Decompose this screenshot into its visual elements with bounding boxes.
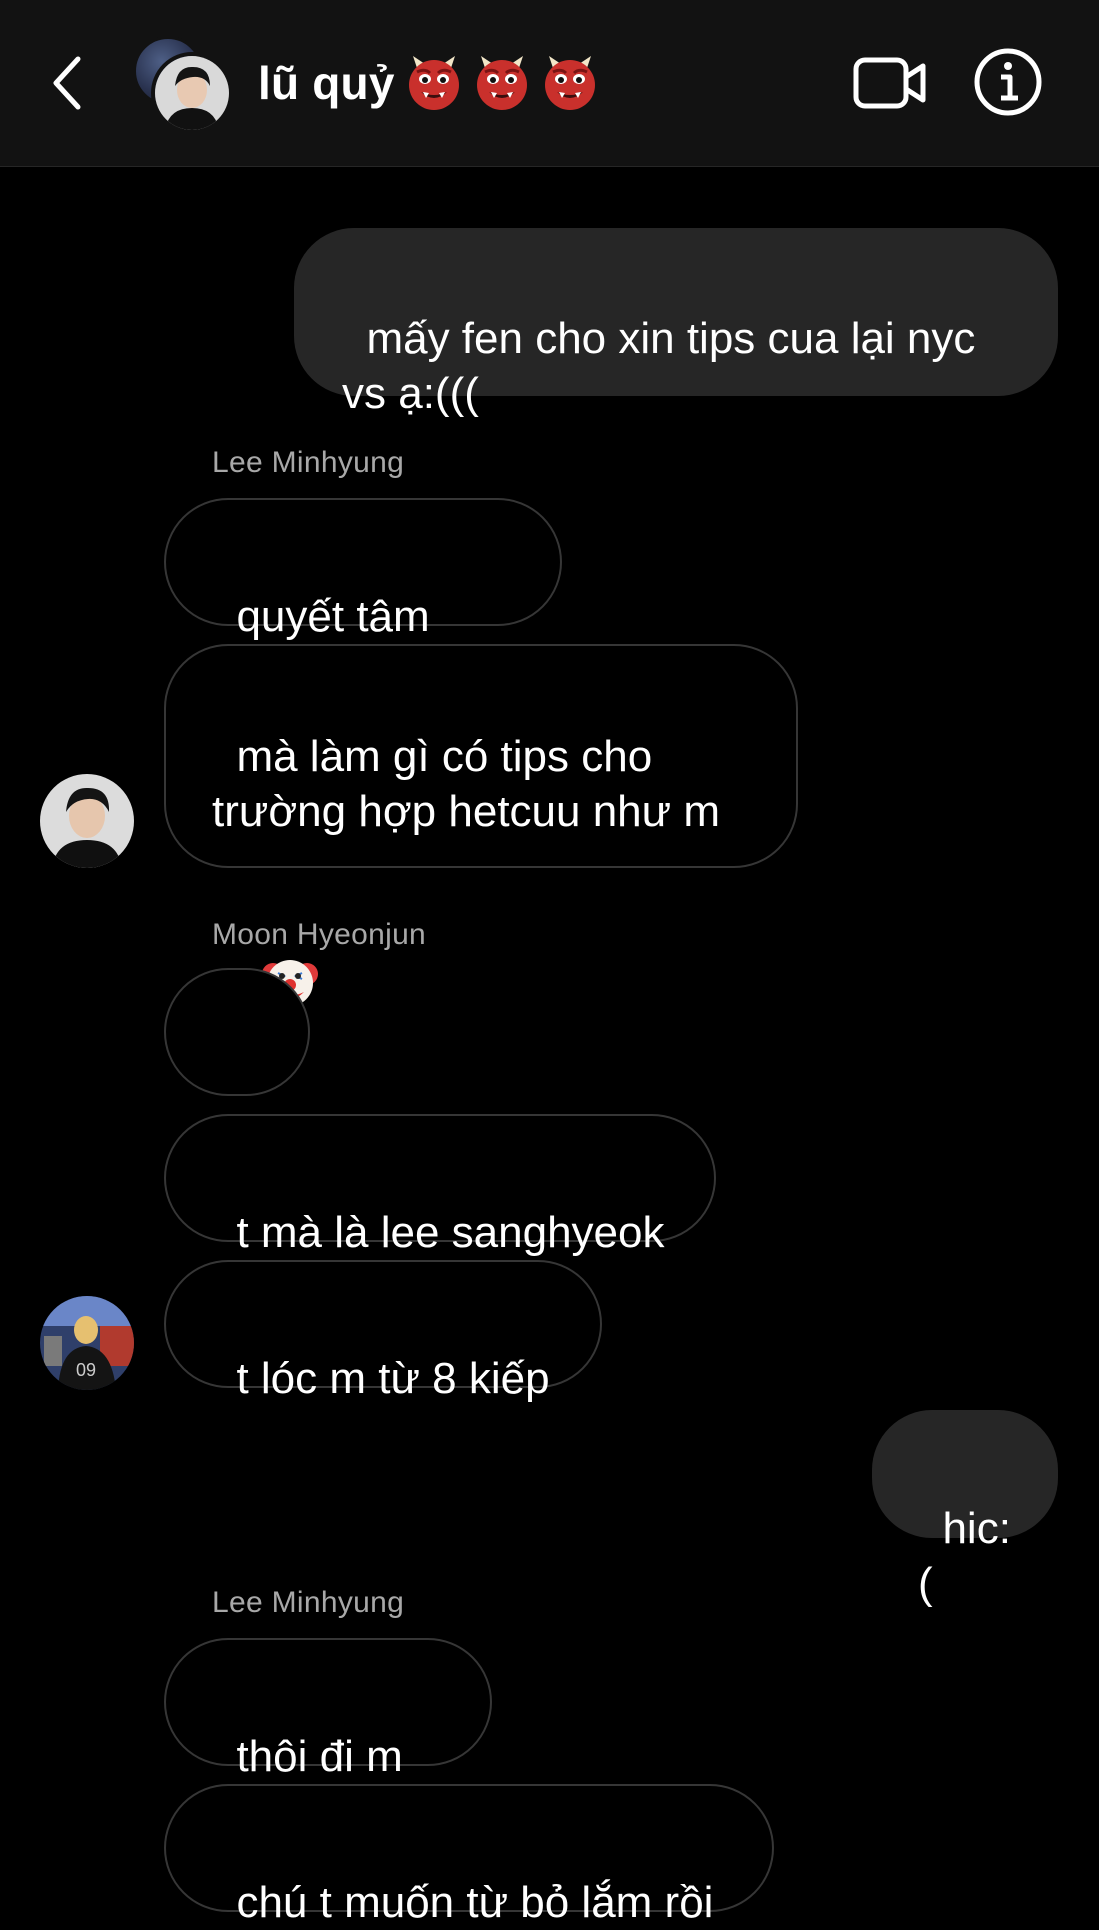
ogre-icon [476, 56, 527, 110]
back-button[interactable] [40, 50, 96, 116]
incoming-message[interactable]: chú t muốn từ bỏ lắm rồi [164, 1784, 774, 1927]
message-text: mà làm gì có tips cho trường hợp hetcuu … [212, 732, 720, 836]
avatar[interactable]: 09 [40, 1296, 134, 1390]
avatar[interactable] [40, 774, 134, 868]
outgoing-message[interactable]: mấy fen cho xin tips cua lại nyc vs ạ:((… [294, 228, 1058, 418]
outgoing-message[interactable]: hic:( [872, 1410, 1058, 1608]
message-text: t lóc m từ 8 kiếp [236, 1354, 550, 1403]
incoming-message[interactable]: thôi đi m ơi [164, 1638, 492, 1836]
incoming-message[interactable]: mà làm gì có tips cho trường hợp hetcuu … [164, 644, 798, 1007]
chat-title[interactable]: lũ quỷ [258, 52, 599, 114]
sender-name: Moon Hyeonjun [212, 918, 427, 951]
incoming-message[interactable]: èo [164, 968, 310, 1166]
chat-header: lũ quỷ [0, 0, 1099, 167]
incoming-message[interactable]: quyết tâm thíe [164, 498, 562, 696]
video-call-button[interactable] [852, 50, 928, 116]
video-call-icon [853, 57, 926, 109]
ogre-icon [544, 56, 595, 110]
info-icon [974, 48, 1042, 116]
group-name: lũ quỷ [258, 57, 395, 109]
incoming-message[interactable]: t mà là lee sanghyeok [164, 1114, 716, 1257]
message-text: hic:( [918, 1504, 1011, 1608]
message-text: mấy fen cho xin tips cua lại nyc vs ạ:((… [342, 314, 976, 418]
info-button[interactable] [972, 46, 1044, 118]
ogre-icon [408, 56, 459, 110]
group-avatar-front-photo [151, 52, 233, 134]
sender-name: Lee Minhyung [212, 446, 405, 479]
message-text: t mà là lee sanghyeok [236, 1208, 665, 1257]
svg-text:09: 09 [76, 1360, 96, 1380]
chevron-left-icon [53, 56, 81, 110]
group-avatar[interactable] [133, 36, 233, 134]
sender-name: Lee Minhyung [212, 1586, 405, 1619]
incoming-message[interactable]: t lóc m từ 8 kiếp [164, 1260, 602, 1403]
